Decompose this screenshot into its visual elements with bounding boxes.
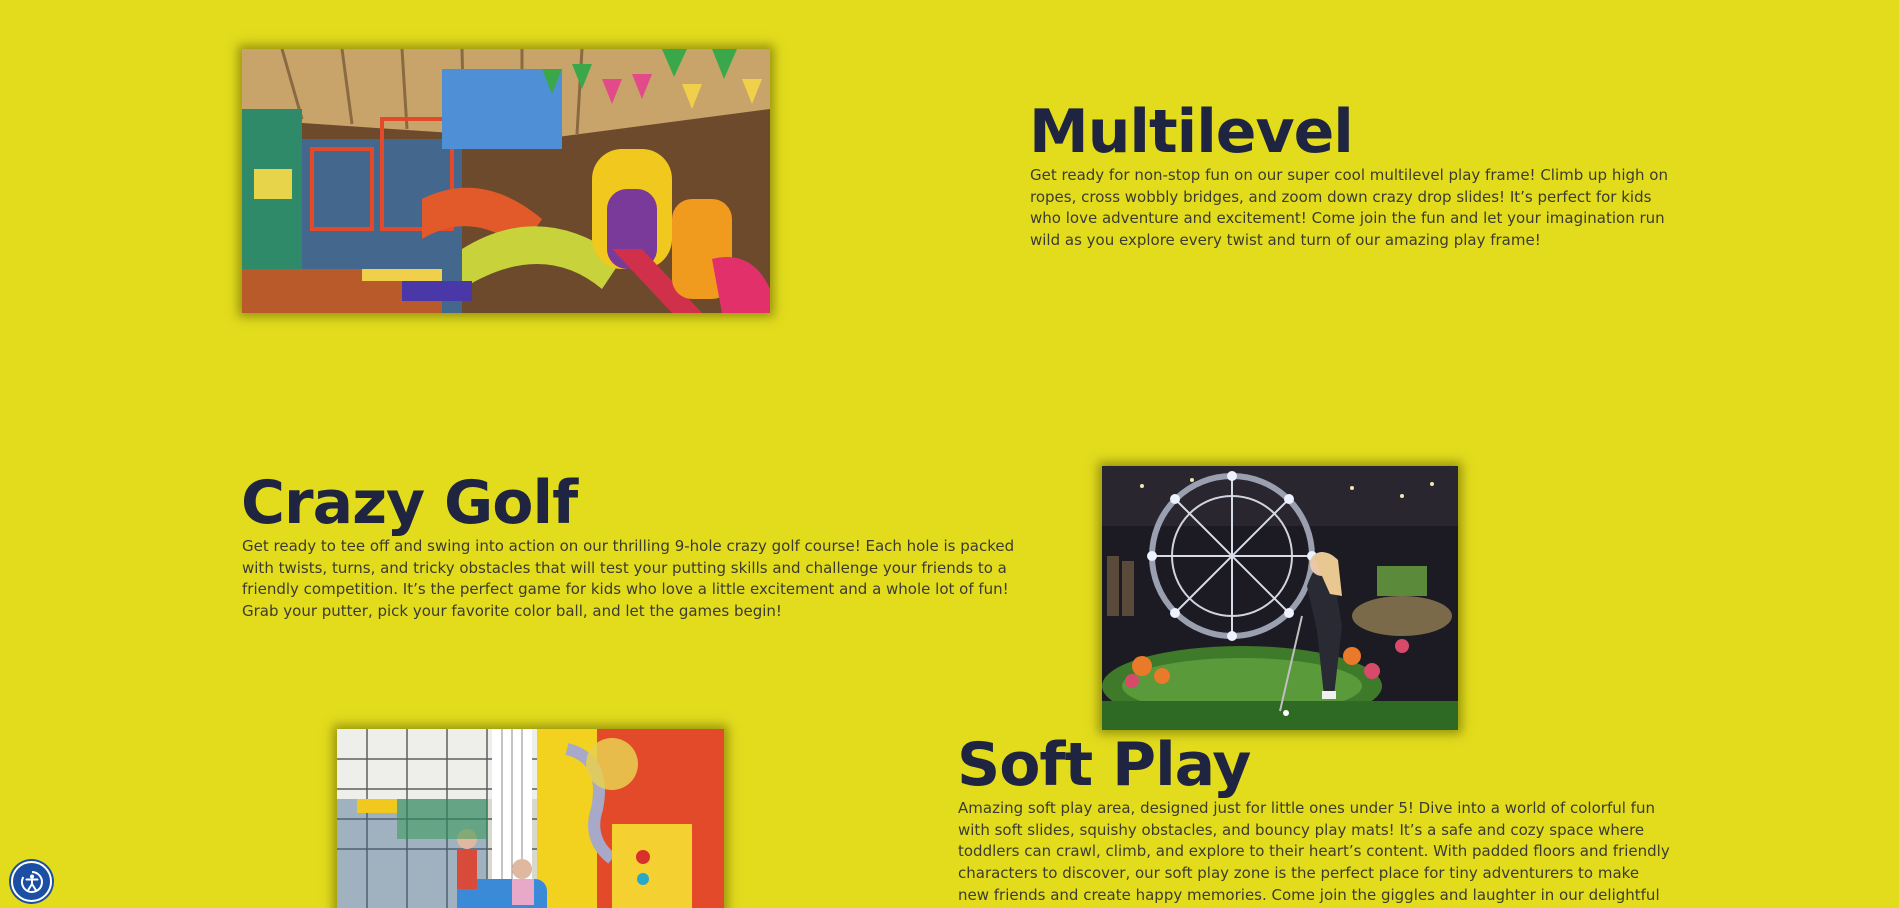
soft-play-title: Soft Play <box>957 730 1251 800</box>
crazy-golf-image <box>1102 466 1458 730</box>
accessibility-icon <box>20 870 43 893</box>
soft-play-description: Amazing soft play area, designed just fo… <box>958 799 1670 908</box>
accessibility-button[interactable] <box>11 861 52 902</box>
crazy-golf-title: Crazy Golf <box>241 468 578 538</box>
crazy-golf-description: Get ready to tee off and swing into acti… <box>242 537 1015 621</box>
multilevel-description: Get ready for non-stop fun on our super … <box>1030 166 1668 250</box>
multilevel-play-frame-image <box>242 49 770 313</box>
multilevel-title: Multilevel <box>1029 97 1354 167</box>
soft-play-image <box>337 729 724 908</box>
